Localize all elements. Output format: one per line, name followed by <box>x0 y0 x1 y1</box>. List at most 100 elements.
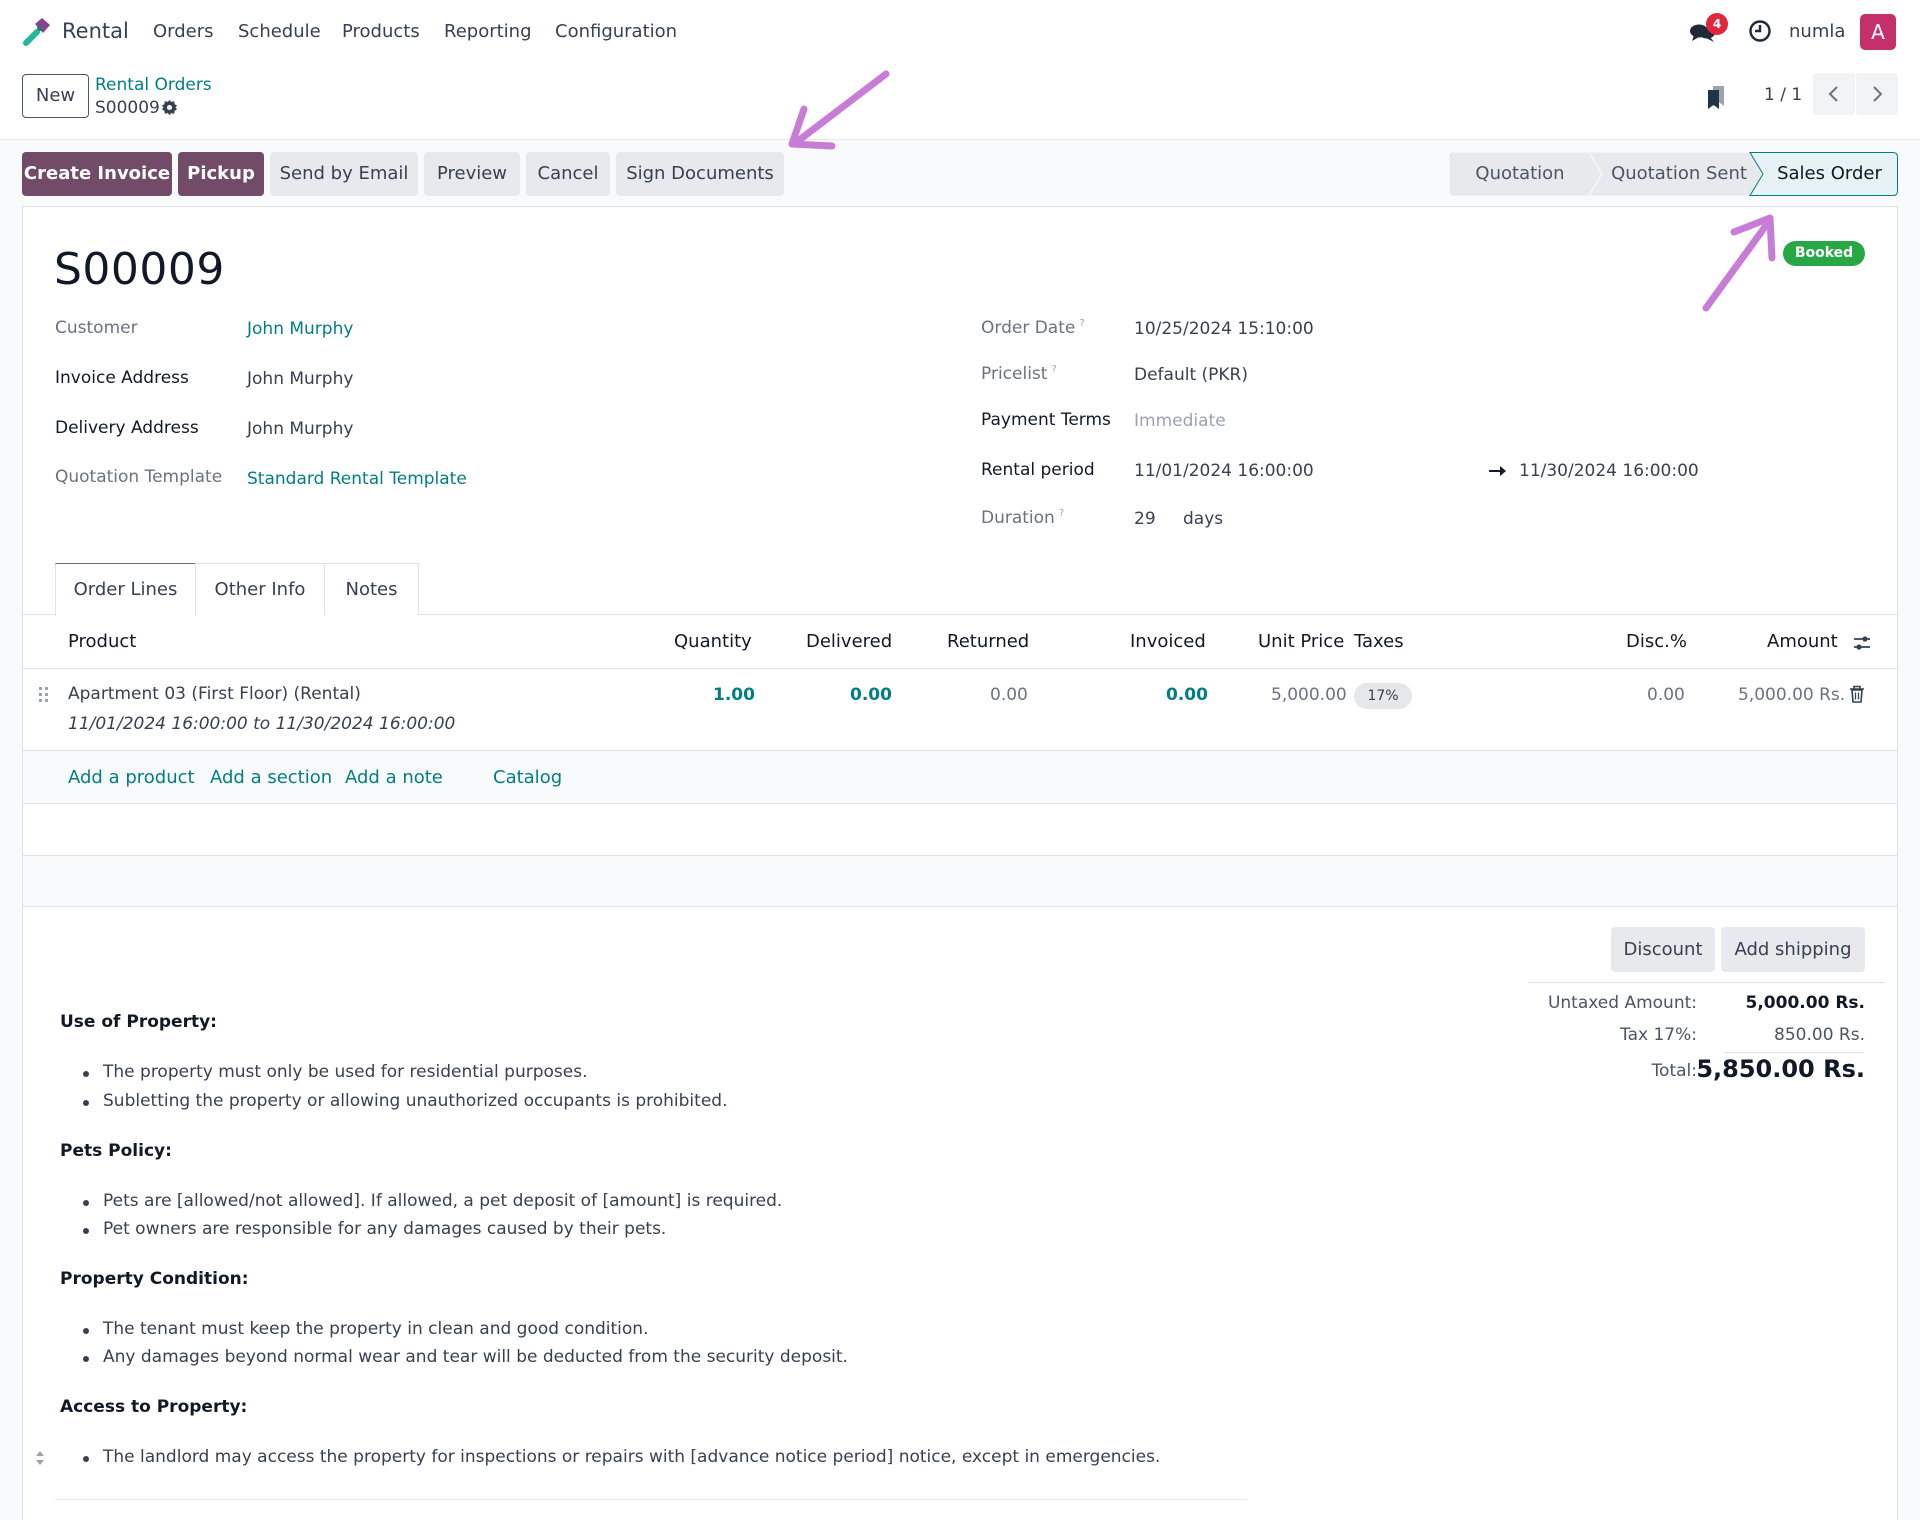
gear-icon[interactable] <box>161 99 178 116</box>
column-unit-price[interactable]: Unit Price <box>1258 631 1344 652</box>
messages-count-badge: 4 <box>1706 13 1728 35</box>
activity-clock-icon[interactable] <box>1748 19 1772 43</box>
stage-sales-order[interactable]: Sales Order <box>1761 152 1898 196</box>
rental-app-logo-icon[interactable] <box>20 14 54 48</box>
row-amount: 5,000.00 Rs. <box>1738 685 1846 705</box>
menu-reporting[interactable]: Reporting <box>444 21 532 42</box>
cancel-button[interactable]: Cancel <box>526 152 610 196</box>
add-product-link[interactable]: Add a product <box>68 767 195 788</box>
row-delivered[interactable]: 0.00 <box>850 685 892 705</box>
bookmarks-icon[interactable] <box>1706 84 1726 110</box>
tab-notes[interactable]: Notes <box>324 563 419 615</box>
menu-orders[interactable]: Orders <box>153 21 214 42</box>
column-invoiced[interactable]: Invoiced <box>1130 631 1206 652</box>
new-button[interactable]: New <box>22 74 89 118</box>
terms-item: The property must only be used for resid… <box>82 1062 588 1082</box>
tab-order-lines[interactable]: Order Lines <box>55 563 196 616</box>
sign-documents-button[interactable]: Sign Documents <box>616 152 784 196</box>
row-returned[interactable]: 0.00 <box>990 685 1028 705</box>
untaxed-amount-value: 5,000.00 Rs. <box>1745 993 1865 1013</box>
customer-field[interactable]: John Murphy <box>247 319 353 339</box>
terms-heading: Property Condition: <box>60 1269 249 1289</box>
trash-icon[interactable] <box>1849 685 1865 703</box>
create-invoice-button[interactable]: Create Invoice <box>22 152 172 196</box>
row-tax-badge[interactable]: 17% <box>1354 683 1412 709</box>
terms-item: The landlord may access the property for… <box>82 1447 1161 1467</box>
status-bar: Quotation Quotation Sent Sales Order <box>1449 152 1898 196</box>
tax-value: 850.00 Rs. <box>1774 1025 1865 1045</box>
duration-label: Duration? <box>981 508 1064 528</box>
terms-item: Pet owners are responsible for any damag… <box>82 1219 667 1239</box>
tab-other-info[interactable]: Other Info <box>195 563 325 615</box>
column-product[interactable]: Product <box>68 631 136 652</box>
chevron-left-icon <box>1828 86 1838 102</box>
delivery-address-field[interactable]: John Murphy <box>247 419 353 439</box>
catalog-link[interactable]: Catalog <box>493 767 562 788</box>
row-unit-price[interactable]: 5,000.00 <box>1271 685 1347 705</box>
breadcrumb-current-record: S00009 <box>95 98 160 118</box>
send-by-email-button[interactable]: Send by Email <box>270 152 418 196</box>
username[interactable]: numla <box>1789 21 1845 42</box>
help-icon[interactable]: ? <box>1059 508 1064 519</box>
stage-quotation[interactable]: Quotation <box>1449 152 1591 196</box>
arrow-right-icon <box>1489 466 1506 476</box>
terms-item: Any damages beyond normal wear and tear … <box>83 1347 848 1367</box>
column-delivered[interactable]: Delivered <box>806 631 892 652</box>
row-product[interactable]: Apartment 03 (First Floor) (Rental) <box>68 684 361 704</box>
menu-products[interactable]: Products <box>342 21 420 42</box>
pickup-button[interactable]: Pickup <box>178 152 264 196</box>
user-avatar[interactable]: A <box>1860 14 1896 50</box>
payment-terms-label: Payment Terms <box>981 410 1111 430</box>
row-discount[interactable]: 0.00 <box>1647 685 1685 705</box>
rental-end-field[interactable]: 11/30/2024 16:00:00 <box>1519 461 1699 481</box>
pager-previous-button[interactable] <box>1813 73 1855 115</box>
menu-schedule[interactable]: Schedule <box>238 21 321 42</box>
row-invoiced[interactable]: 0.00 <box>1166 685 1208 705</box>
column-amount[interactable]: Amount <box>1767 631 1838 652</box>
order-date-label: Order Date? <box>981 318 1085 338</box>
stage-quotation-sent[interactable]: Quotation Sent <box>1599 152 1759 196</box>
invoice-address-label: Invoice Address <box>55 368 189 388</box>
rental-start-field[interactable]: 11/01/2024 16:00:00 <box>1134 461 1314 481</box>
help-icon[interactable]: ? <box>1079 318 1084 329</box>
pricelist-field[interactable]: Default (PKR) <box>1134 365 1248 385</box>
row-divider <box>22 906 1898 907</box>
tax-label: Tax 17%: <box>1620 1025 1697 1045</box>
totals-divider <box>1528 982 1885 983</box>
app-name[interactable]: Rental <box>62 19 129 43</box>
table-header-divider <box>22 668 1898 669</box>
top-navbar: Rental Orders Schedule Products Reportin… <box>0 0 1920 64</box>
column-quantity[interactable]: Quantity <box>674 631 752 652</box>
column-settings-icon[interactable] <box>1852 633 1872 653</box>
annotation-arrow-icon <box>788 70 890 150</box>
quotation-template-field[interactable]: Standard Rental Template <box>247 469 467 489</box>
resize-handle-icon[interactable] <box>34 1449 46 1467</box>
row-quantity[interactable]: 1.00 <box>713 685 755 705</box>
status-badge: Booked <box>1783 241 1865 266</box>
order-date-label-text: Order Date <box>981 318 1076 338</box>
terms-item: Subletting the property or allowing unau… <box>82 1091 728 1111</box>
duration-field[interactable]: 29 <box>1134 509 1156 529</box>
record-title: S00009 <box>54 244 225 295</box>
discount-button[interactable]: Discount <box>1611 927 1715 972</box>
duration-unit: days <box>1183 509 1224 529</box>
order-date-field[interactable]: 10/25/2024 15:10:00 <box>1134 319 1314 339</box>
add-shipping-button[interactable]: Add shipping <box>1721 927 1865 972</box>
preview-button[interactable]: Preview <box>424 152 520 196</box>
menu-configuration[interactable]: Configuration <box>555 21 677 42</box>
untaxed-amount-label: Untaxed Amount: <box>1547 993 1697 1013</box>
customer-label: Customer <box>55 318 138 338</box>
breadcrumb-rental-orders[interactable]: Rental Orders <box>95 75 212 95</box>
rental-period-label: Rental period <box>981 460 1095 480</box>
column-taxes[interactable]: Taxes <box>1354 631 1404 652</box>
invoice-address-field[interactable]: John Murphy <box>247 369 353 389</box>
drag-handle-icon[interactable] <box>38 686 50 704</box>
payment-terms-field[interactable]: Immediate <box>1134 411 1226 431</box>
pager-value[interactable]: 1 / 1 <box>1764 85 1802 105</box>
add-section-link[interactable]: Add a section <box>210 767 332 788</box>
add-note-link[interactable]: Add a note <box>345 767 443 788</box>
help-icon[interactable]: ? <box>1051 364 1056 375</box>
pager-next-button[interactable] <box>1856 73 1898 115</box>
column-discount[interactable]: Disc.% <box>1626 631 1687 652</box>
column-returned[interactable]: Returned <box>947 631 1029 652</box>
